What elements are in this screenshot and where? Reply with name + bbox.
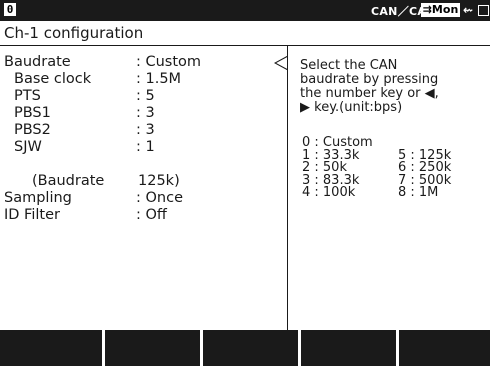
- computed-baudrate-label: (Baudrate: [32, 173, 105, 189]
- setting-label: PBS2: [14, 122, 51, 138]
- square-icon: [478, 5, 489, 16]
- setting-value: : Custom: [136, 54, 202, 70]
- instrument-screen: 0 CAN／CAN ⇉Mon ⇜ Ch-1 configuration Baud…: [0, 0, 490, 366]
- setting-value: : 3: [136, 122, 155, 138]
- baudrate-options-right: 5 : 125k 6 : 250k 7 : 500k 8 : 1M: [398, 149, 451, 200]
- page-number: 0: [4, 3, 16, 16]
- setting-label: Sampling: [4, 190, 72, 206]
- setting-value: : 3: [136, 105, 155, 121]
- setting-value: : 1.5M: [136, 71, 182, 87]
- computed-baudrate-value: 125k): [138, 173, 180, 189]
- setting-value: : Once: [136, 190, 183, 206]
- setting-label: PBS1: [14, 105, 51, 121]
- setting-label: Baudrate: [4, 54, 71, 70]
- softkey-divider: [298, 330, 301, 366]
- setting-value: : Off: [136, 207, 167, 223]
- softkey-divider: [200, 330, 203, 366]
- softkey-bar: [0, 330, 490, 366]
- callout-pointer: [274, 55, 288, 71]
- setting-label: Base clock: [14, 71, 92, 87]
- help-line: ▶ key.(unit:bps): [300, 100, 403, 115]
- computed-baudrate: (Baudrate 125k): [32, 173, 180, 190]
- status-bar: 0 CAN／CAN ⇉Mon ⇜: [0, 0, 490, 21]
- help-line: baudrate by pressing: [300, 72, 439, 87]
- softkey-divider: [396, 330, 399, 366]
- setting-label: ID Filter: [4, 207, 60, 223]
- setting-label: PTS: [14, 88, 41, 104]
- help-line: the number key or ◀,: [300, 86, 439, 101]
- monitor-mode-badge: ⇉Mon: [421, 3, 460, 17]
- help-text: Select the CAN baudrate by pressing the …: [300, 59, 486, 115]
- softkey-divider: [102, 330, 105, 366]
- page-title: Ch-1 configuration: [4, 24, 144, 42]
- help-panel: Select the CAN baudrate by pressing the …: [287, 46, 490, 330]
- help-line: Select the CAN: [300, 58, 398, 73]
- baudrate-option: 8 : 1M: [398, 185, 439, 200]
- baudrate-options-left: 0 : Custom 1 : 33.3k 2 : 50k 3 : 83.3k 4…: [302, 136, 373, 200]
- setting-label: SJW: [14, 139, 42, 155]
- setting-value: : 1: [136, 139, 155, 155]
- baudrate-option: 4 : 100k: [302, 185, 356, 200]
- plug-icon: ⇜: [463, 3, 474, 17]
- setting-value: : 5: [136, 88, 155, 104]
